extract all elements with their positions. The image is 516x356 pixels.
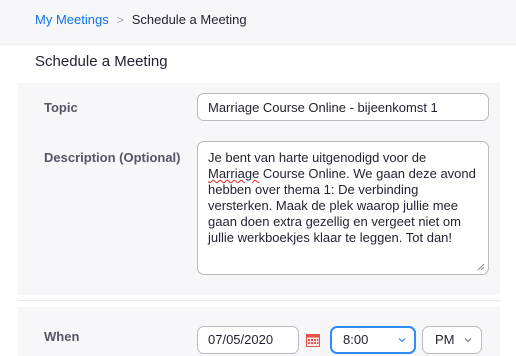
description-textarea[interactable]: Je bent van harte uitgenodigd voor de Ma… <box>197 141 489 275</box>
calendar-icon[interactable] <box>306 333 320 347</box>
time-select[interactable]: 8:00 <box>330 326 416 354</box>
topic-input[interactable] <box>197 93 489 121</box>
section-gap <box>18 295 500 307</box>
breadcrumb-separator: > <box>116 13 124 27</box>
breadcrumb-bar: My Meetings > Schedule a Meeting <box>0 0 516 45</box>
meridiem-value: PM <box>435 332 455 347</box>
resize-handle-icon[interactable] <box>477 263 485 271</box>
description-text-start: Je bent van harte uitgenodigd voor de <box>208 150 427 165</box>
date-input[interactable]: 07/05/2020 <box>197 326 299 354</box>
page-title: Schedule a Meeting <box>35 53 168 70</box>
breadcrumb: My Meetings > Schedule a Meeting <box>35 12 247 28</box>
time-value: 8:00 <box>343 332 369 347</box>
chevron-down-icon <box>464 338 472 343</box>
meridiem-select[interactable]: PM <box>422 326 482 354</box>
topic-label: Topic <box>44 100 78 115</box>
description-label: Description (Optional) <box>44 150 181 165</box>
breadcrumb-my-meetings-link[interactable]: My Meetings <box>35 12 109 27</box>
section-divider <box>18 300 500 301</box>
spellcheck-flagged-word: Marriage <box>208 166 260 181</box>
when-label: When <box>44 329 80 344</box>
breadcrumb-current: Schedule a Meeting <box>131 12 247 27</box>
chevron-down-icon <box>398 338 406 343</box>
